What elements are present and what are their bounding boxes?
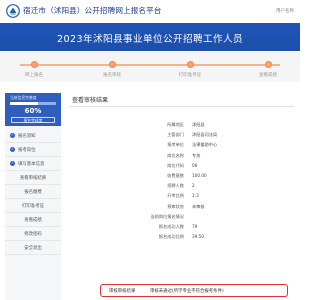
- detail-key: 收费基数: [167, 172, 184, 178]
- detail-key: 报名成功人数: [158, 223, 184, 229]
- sidebar-item-label: 打印准考证: [22, 203, 44, 209]
- detail-row-department: 主管部门 沭阳县司法局: [120, 131, 294, 141]
- detail-value: 专技: [192, 152, 201, 158]
- detail-key: 所属地区: [167, 122, 184, 127]
- detail-key: 报考单位: [167, 142, 184, 148]
- detail-key: 当前岗位报名情况: [150, 213, 184, 219]
- completion-caption: 当前信息完善度: [10, 95, 37, 100]
- check-icon: ✓: [10, 133, 15, 138]
- completion-status-badge: 报名完成度: [11, 117, 55, 123]
- detail-row-exam-ratio: 开考比例 1:3: [120, 192, 294, 202]
- site-title: 宿迁市（沭阳县）公开招聘网上报名平台: [23, 6, 162, 15]
- detail-row-unit: 报考单位 法律援助中心: [120, 141, 294, 151]
- check-icon: ✓: [10, 161, 15, 166]
- detail-row-pre-review-status: 预审状态 未审核: [120, 203, 294, 213]
- detail-row-success-count: 报名成功人数 79: [120, 223, 294, 233]
- detail-row-position-status: 当前岗位报名情况: [120, 213, 294, 223]
- review-result-label: 审核审核结果: [109, 289, 136, 294]
- sidebar-item-label: 填写基本信息: [18, 161, 45, 167]
- sidebar-item-label: 修改密码: [24, 231, 42, 237]
- sidebar-item-label: 报名缴费: [24, 189, 42, 195]
- completion-progress-bar: [10, 102, 56, 105]
- detail-key: 预审状态: [167, 203, 184, 209]
- sidebar-item-payment[interactable]: 报名缴费: [5, 185, 61, 199]
- sidebar-item-label: 查看审核结果: [19, 175, 47, 181]
- detail-value: 沭阳县司法局: [192, 132, 218, 138]
- sidebar-item-basic-info[interactable]: ✓ 填写基本信息: [5, 157, 61, 171]
- detail-value: 2: [192, 183, 195, 189]
- sidebar-item-view-score[interactable]: 查看成绩: [5, 213, 61, 227]
- step-view-score: 查看成绩: [238, 61, 298, 78]
- sidebar-item-review-result[interactable]: 查看审核结果: [5, 171, 61, 185]
- detail-value: 79: [192, 223, 198, 229]
- step-dot: [186, 61, 194, 68]
- sidebar-menu: ✓ 报名须知 ✓ 报考岗位 ✓ 填写基本信息 查看审核结果 报名缴费 打印准考证…: [5, 129, 61, 255]
- detail-key: 报名成功比例: [158, 234, 184, 240]
- sidebar-item-label: 查看成绩: [24, 217, 42, 223]
- page-banner: 2023年沭阳县事业单位公开招聘工作人员: [0, 23, 300, 51]
- detail-row-fee-base: 收费基数 100.00: [120, 172, 294, 182]
- sidebar-item-apply-position[interactable]: ✓ 报考岗位: [5, 143, 61, 157]
- detail-key: 招聘人数: [167, 183, 184, 189]
- detail-key: 主管部门: [167, 132, 184, 138]
- review-result-value: 审核未通过(所学专业不符合报考条件): [150, 289, 224, 294]
- step-print-admission: 打印准考证: [160, 61, 220, 78]
- detail-value: 39.50: [192, 234, 204, 240]
- banner-title: 2023年沭阳县事业单位公开招聘工作人员: [57, 34, 243, 45]
- detail-row-hiring-count: 招聘人数 2: [120, 182, 294, 192]
- detail-value: 06: [192, 162, 198, 168]
- detail-key: 开考比例: [167, 193, 184, 199]
- site-logo-icon: [6, 4, 20, 18]
- detail-value: 1:3: [192, 193, 199, 199]
- detail-row-position-name: 岗位名称 专技: [120, 152, 294, 162]
- sidebar: 当前信息完善度 60% 报名完成度 ✓ 报名须知 ✓ 报考岗位 ✓ 填写基本信息…: [5, 93, 61, 300]
- step-label: 网上报名: [25, 73, 43, 78]
- sidebar-item-label: 安全退出: [24, 245, 42, 251]
- detail-value: 沭阳县: [192, 122, 205, 127]
- step-dot: [30, 61, 38, 68]
- step-dot: [108, 61, 116, 68]
- sidebar-item-label: 报考岗位: [18, 147, 36, 153]
- step-label: 打印准考证: [178, 73, 202, 78]
- step-dot: [264, 61, 272, 68]
- detail-row-success-ratio: 报名成功比例 39.50: [120, 233, 294, 243]
- user-name[interactable]: 用户名称: [276, 8, 294, 14]
- title-divider: [70, 106, 294, 107]
- detail-value: 100.00: [192, 172, 207, 178]
- sidebar-item-label: 报名须知: [18, 133, 36, 139]
- completion-percent: 60%: [24, 107, 42, 115]
- check-icon: ✓: [10, 147, 15, 152]
- detail-key: 岗位代码: [167, 162, 184, 168]
- detail-row-region: 所属地区 沭阳县: [120, 121, 294, 131]
- page-title: 查看审核结果: [72, 97, 109, 104]
- step-label: 查看成绩: [259, 73, 277, 78]
- sidebar-item-registration-notice[interactable]: ✓ 报名须知: [5, 129, 61, 143]
- detail-key: 岗位名称: [167, 152, 184, 158]
- step-online-registration: 网上报名: [4, 61, 64, 78]
- review-details: 所属地区 沭阳县 主管部门 沭阳县司法局 报考单位 法律援助中心 岗位名称 专技…: [120, 121, 294, 243]
- detail-value: 法律援助中心: [192, 142, 218, 148]
- progress-steps: 网上报名 报名审核 打印准考证 查看成绩: [0, 52, 300, 82]
- detail-row-position-code: 岗位代码 06: [120, 162, 294, 172]
- step-registration-review: 报名审核: [82, 61, 142, 78]
- main-content: 查看审核结果 所属地区 沭阳县 主管部门 沭阳县司法局 报考单位 法律援助中心 …: [70, 95, 294, 300]
- detail-value: 未审核: [192, 203, 205, 209]
- sidebar-item-change-password[interactable]: 修改密码: [5, 227, 61, 241]
- completion-progress-fill: [10, 102, 38, 105]
- sidebar-item-logout[interactable]: 安全退出: [5, 241, 61, 255]
- review-result-box: 审核审核结果 审核未通过(所学专业不符合报考条件): [100, 284, 288, 297]
- sidebar-item-print-admission[interactable]: 打印准考证: [5, 199, 61, 213]
- site-header: 宿迁市（沭阳县）公开招聘网上报名平台 用户名称: [0, 0, 300, 22]
- completion-panel: 当前信息完善度 60% 报名完成度: [5, 93, 61, 126]
- step-label: 报名审核: [103, 73, 121, 78]
